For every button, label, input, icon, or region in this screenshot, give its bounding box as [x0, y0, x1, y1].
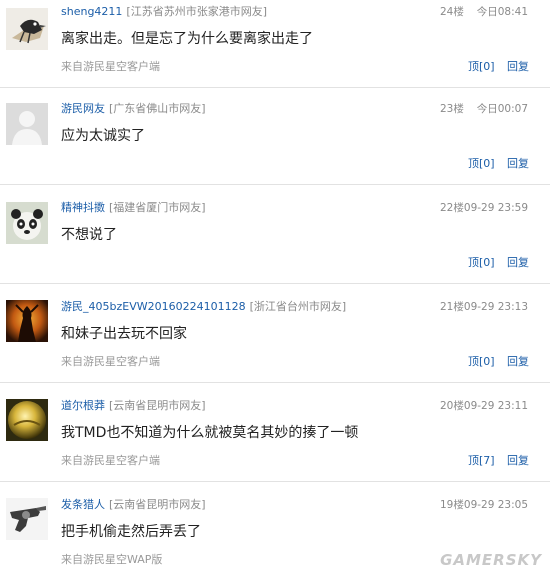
comment-time: 今日08:41: [476, 6, 528, 18]
reply-button[interactable]: 回复: [507, 256, 529, 270]
comment-time: 今日00:07: [476, 103, 528, 115]
upvote-button[interactable]: 顶[0]: [468, 355, 495, 369]
comment-item: 游民网友 [广东省佛山市网友] 23楼 今日00:07 应为太诚实了 顶[0] 回…: [0, 97, 550, 192]
floor-number: 20楼: [440, 400, 464, 412]
divider: [0, 382, 550, 383]
reply-button[interactable]: 回复: [507, 157, 529, 171]
panda-avatar-icon[interactable]: [6, 202, 48, 244]
gamersky-watermark: GAMERSKY: [440, 551, 542, 569]
golden-orb-avatar-icon[interactable]: [6, 399, 48, 441]
user-location: [江苏省苏州市张家港市网友]: [126, 5, 268, 18]
upvote-button[interactable]: 顶[0]: [468, 60, 495, 74]
divider: [0, 184, 550, 185]
floor-number: 23楼: [440, 103, 464, 115]
reply-button[interactable]: 回复: [507, 60, 529, 74]
upvote-button[interactable]: 顶[0]: [468, 256, 495, 270]
comment-content: 应为太诚实了: [61, 128, 145, 144]
comment-content: 离家出走。但是忘了为什么要离家出走了: [61, 31, 313, 47]
username-link[interactable]: 游民_405bzEVW20160224101128: [61, 300, 246, 313]
comment-meta: sheng4211 [江苏省苏州市张家港市网友]: [61, 4, 267, 20]
comment-meta: 精神抖擞 [福建省厦门市网友]: [61, 200, 206, 216]
comment-content: 和妹子出去玩不回家: [61, 326, 187, 342]
comment-source: 来自游民星空客户端: [61, 355, 160, 368]
revolver-avatar-icon[interactable]: [6, 498, 48, 540]
comment-meta: 游民_405bzEVW20160224101128 [浙江省台州市网友]: [61, 299, 346, 315]
comment-list: sheng4211 [江苏省苏州市张家港市网友] 24楼 今日08:41 离家出走…: [0, 0, 550, 573]
divider: [0, 481, 550, 482]
upvote-button[interactable]: 顶[0]: [468, 157, 495, 171]
divider: [0, 87, 550, 88]
comment-content: 我TMD也不知道为什么就被莫名其妙的揍了一顿: [61, 425, 359, 441]
comment-source: 来自游民星空WAP版: [61, 553, 163, 566]
user-location: [福建省厦门市网友]: [109, 201, 206, 214]
floor-number: 19楼: [440, 499, 464, 511]
comment-meta: 发条猎人 [云南省昆明市网友]: [61, 497, 206, 513]
user-location: [浙江省台州市网友]: [249, 300, 347, 313]
default-user-avatar-icon[interactable]: [6, 103, 48, 145]
comment-item: sheng4211 [江苏省苏州市张家港市网友] 24楼 今日08:41 离家出走…: [0, 0, 550, 95]
comment-time: 09-29 23:59: [463, 202, 528, 214]
comment-time: 09-29 23:05: [463, 499, 528, 511]
username-link[interactable]: 道尔根莽: [61, 399, 105, 412]
floor-number: 21楼: [440, 301, 464, 313]
comment-item: 道尔根莽 [云南省昆明市网友] 20楼 09-29 23:11 我TMD也不知道为…: [0, 394, 550, 489]
comment-meta: 道尔根莽 [云南省昆明市网友]: [61, 398, 206, 414]
floor-number: 24楼: [440, 6, 464, 18]
comment-content: 不想说了: [61, 227, 117, 243]
comment-time: 09-29 23:13: [463, 301, 528, 313]
user-location: [云南省昆明市网友]: [109, 399, 206, 412]
floor-number: 22楼: [440, 202, 464, 214]
upvote-button[interactable]: 顶[7]: [468, 454, 495, 468]
comment-meta: 游民网友 [广东省佛山市网友]: [61, 101, 206, 117]
username-link[interactable]: 游民网友: [61, 102, 105, 115]
comment-content: 把手机偷走然后弄丢了: [61, 524, 201, 540]
comment-item: 精神抖擞 [福建省厦门市网友] 22楼 09-29 23:59 不想说了 顶[0]…: [0, 196, 550, 291]
username-link[interactable]: 精神抖擞: [61, 201, 105, 214]
comment-source: 来自游民星空客户端: [61, 60, 160, 73]
username-link[interactable]: 发条猎人: [61, 498, 105, 511]
comment-time: 09-29 23:11: [463, 400, 528, 412]
username-link[interactable]: sheng4211: [61, 5, 122, 18]
crow-avatar-icon[interactable]: [6, 8, 48, 50]
warrior-avatar-icon[interactable]: [6, 300, 48, 342]
reply-button[interactable]: 回复: [507, 454, 529, 468]
divider: [0, 283, 550, 284]
user-location: [云南省昆明市网友]: [109, 498, 206, 511]
reply-button[interactable]: 回复: [507, 355, 529, 369]
comment-item: 游民_405bzEVW20160224101128 [浙江省台州市网友] 21楼 …: [0, 295, 550, 390]
comment-source: 来自游民星空客户端: [61, 454, 160, 467]
user-location: [广东省佛山市网友]: [109, 102, 206, 115]
